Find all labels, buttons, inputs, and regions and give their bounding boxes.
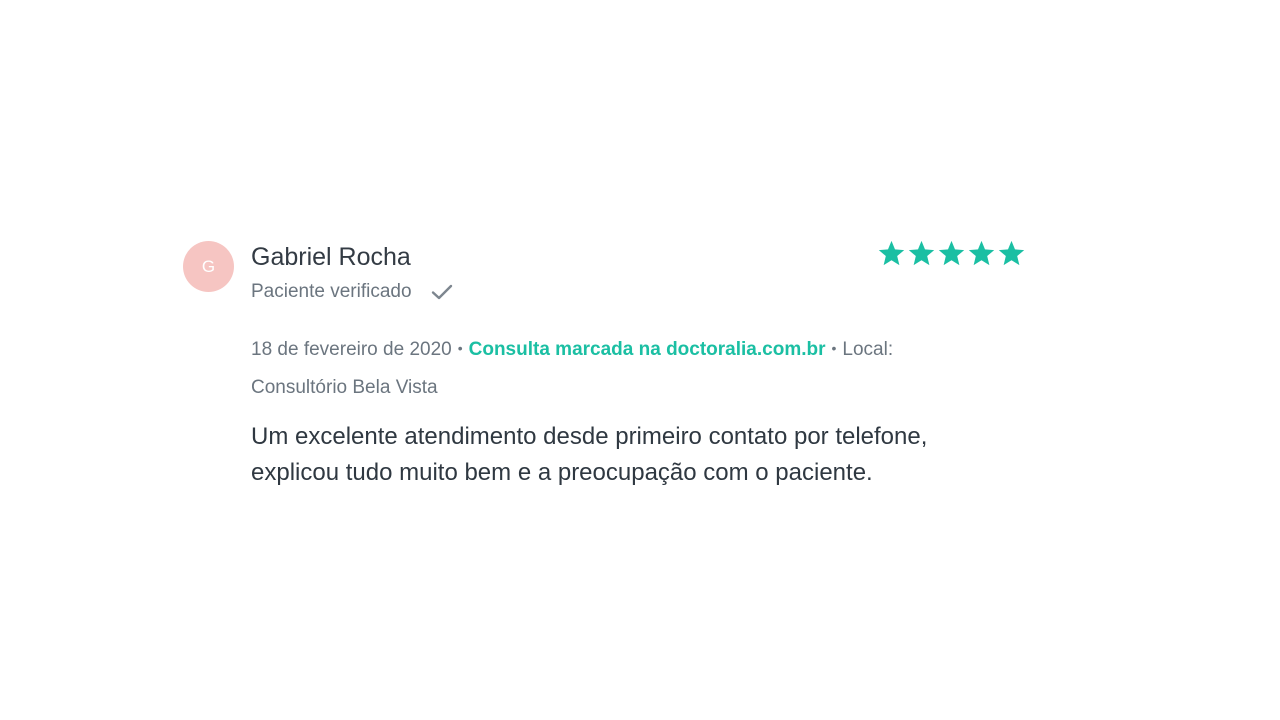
- review-card: G Gabriel Rocha Paciente verificado 18 d…: [183, 238, 1026, 498]
- check-icon: [430, 282, 454, 302]
- review-date: 18 de fevereiro de 2020: [251, 339, 452, 360]
- location-label: Local:: [842, 339, 894, 360]
- verified-patient-row: Paciente verificado: [251, 281, 454, 303]
- star-icon: [968, 240, 995, 266]
- review-comment: Um excelente atendimento desde primeiro …: [251, 423, 928, 486]
- separator-dot: •: [831, 340, 837, 356]
- star-rating: [877, 239, 1026, 268]
- star-icon: [878, 240, 905, 266]
- location-name: Consultório Bela Vista: [251, 377, 438, 398]
- star-icon: [998, 240, 1025, 266]
- star-icon: [908, 240, 935, 266]
- avatar: G: [183, 241, 234, 292]
- avatar-initial: G: [201, 256, 216, 276]
- separator-dot: •: [457, 340, 463, 356]
- booked-via-link[interactable]: Consulta marcada na doctoralia.com.br: [469, 339, 826, 360]
- star-icon: [938, 240, 965, 266]
- verified-label: Paciente verificado: [251, 281, 412, 302]
- author-name: Gabriel Rocha: [251, 243, 411, 271]
- review-meta: 18 de fevereiro de 2020 • Consulta marcada…: [251, 331, 951, 406]
